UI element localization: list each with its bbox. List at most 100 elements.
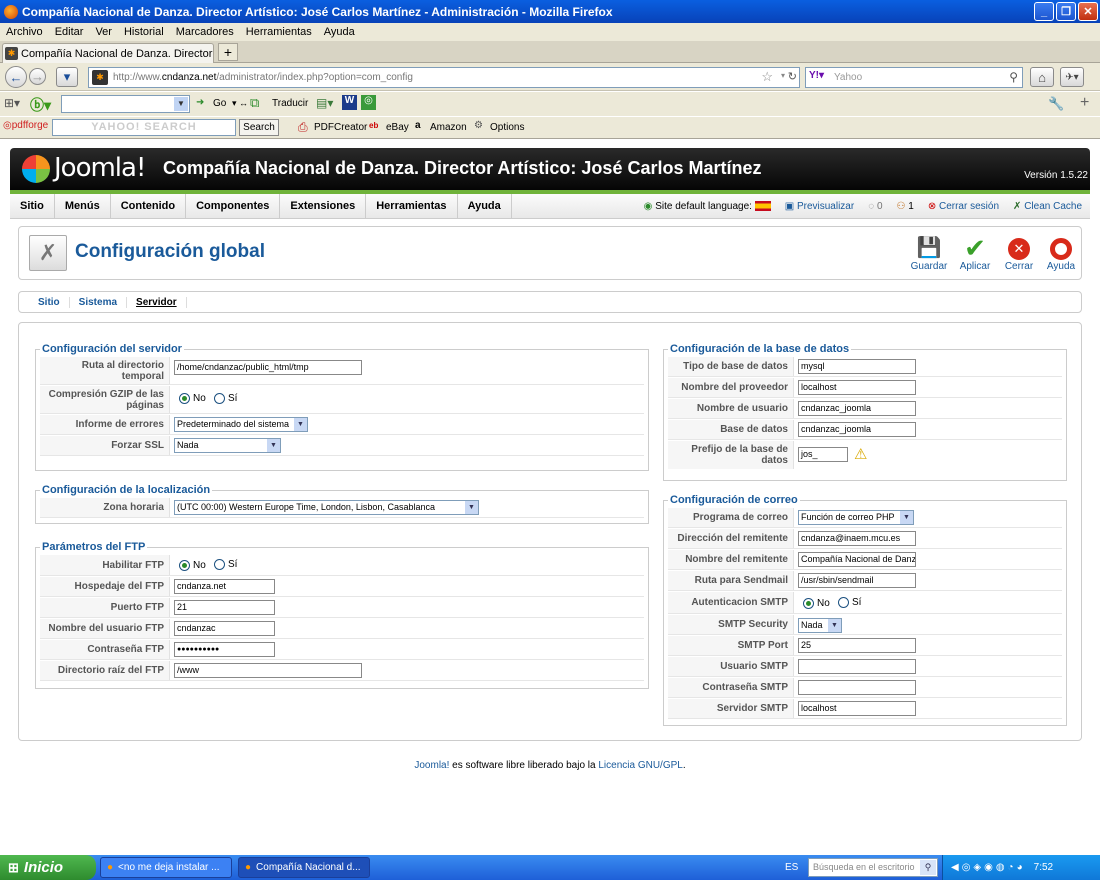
- go-dropdown-icon[interactable]: ▾ ↔: [232, 98, 248, 109]
- desktop-search-icon[interactable]: ⚲: [920, 860, 936, 875]
- wrench-icon[interactable]: 🔧: [1048, 96, 1064, 112]
- menu-archivo[interactable]: Archivo: [0, 26, 49, 38]
- search-magnifier-icon[interactable]: ⚲: [1009, 70, 1018, 84]
- mail-from-input[interactable]: cndanza@inaem.mcu.es: [798, 531, 916, 546]
- apply-button[interactable]: ✔ Aplicar: [951, 235, 999, 272]
- ftp-port-input[interactable]: 21: [174, 600, 275, 615]
- url-dropdown-icon[interactable]: ▾: [781, 71, 785, 80]
- close-button[interactable]: ✕ Cerrar: [995, 235, 1043, 272]
- smtp-security-select[interactable]: Nada: [798, 618, 842, 633]
- forward-button[interactable]: →: [29, 68, 46, 85]
- joomla-link[interactable]: Joomla!: [414, 760, 449, 771]
- license-link[interactable]: Licencia GNU/GPL: [598, 760, 682, 771]
- close-window-button[interactable]: ✕: [1078, 2, 1098, 21]
- ssl-select[interactable]: Nada: [174, 438, 281, 453]
- smtp-user-input[interactable]: [798, 659, 916, 674]
- admin-menu-herramientas[interactable]: Herramientas: [366, 193, 458, 219]
- ftp-root-input[interactable]: /www: [174, 663, 362, 678]
- gzip-yes-radio[interactable]: Sí: [214, 393, 237, 404]
- taskbar-item-1[interactable]: ● <no me deja instalar ...: [100, 857, 232, 878]
- amazon-link[interactable]: Amazon: [430, 122, 467, 133]
- save-button[interactable]: 💾 Guardar: [905, 235, 953, 272]
- ftp-enable-no-radio[interactable]: No: [179, 560, 206, 571]
- preview-link[interactable]: ▣ Previsualizar: [785, 201, 854, 212]
- messages-count[interactable]: ◌ 0: [868, 201, 882, 212]
- ftp-user-input[interactable]: cndanzac: [174, 621, 275, 636]
- ftp-enable-yes-radio[interactable]: Sí: [214, 559, 237, 570]
- tray-icons[interactable]: ◀◎◈◉◍◔◕: [951, 862, 1026, 873]
- start-button[interactable]: ⊞ Inicio: [0, 855, 96, 880]
- new-tab-button[interactable]: +: [218, 43, 238, 61]
- desktop-search-input[interactable]: Búsqueda en el escritorio ⚲: [808, 858, 938, 877]
- sendmail-input[interactable]: /usr/sbin/sendmail: [798, 573, 916, 588]
- admin-menu-ayuda[interactable]: Ayuda: [458, 193, 512, 219]
- smtp-auth-yes-radio[interactable]: Sí: [838, 597, 861, 608]
- yahoo-engine-icon[interactable]: Y!▾: [809, 70, 824, 81]
- traducir-button[interactable]: Traducir: [272, 98, 308, 109]
- tab-servidor[interactable]: Servidor: [127, 296, 187, 308]
- menu-herramientas[interactable]: Herramientas: [240, 26, 318, 38]
- smtp-port-input[interactable]: 25: [798, 638, 916, 653]
- expand-icon[interactable]: ⊞▾: [4, 96, 20, 110]
- pdfcreator-link[interactable]: PDFCreator: [314, 122, 367, 133]
- menu-ayuda[interactable]: Ayuda: [318, 26, 361, 38]
- menu-ver[interactable]: Ver: [89, 26, 118, 38]
- search-bar[interactable]: Y!▾ Yahoo ⚲: [805, 67, 1023, 88]
- history-dropdown-icon[interactable]: ▾: [56, 67, 78, 87]
- admin-menu-extensiones[interactable]: Extensiones: [280, 193, 367, 219]
- timezone-select[interactable]: (UTC 00:00) Western Europe Time, London,…: [174, 500, 479, 515]
- green-addon-icon[interactable]: ◎: [361, 95, 376, 110]
- users-count[interactable]: ⚇ 1: [897, 201, 914, 212]
- options-menu[interactable]: Options: [490, 122, 524, 133]
- ftp-host-input[interactable]: cndanza.net: [174, 579, 275, 594]
- pdfforge-link[interactable]: ◎pdfforge: [3, 120, 48, 131]
- tool-icon[interactable]: ▤▾: [316, 96, 333, 110]
- yahoo-search-button[interactable]: Search: [239, 119, 279, 136]
- db-user-input[interactable]: cndanzac_joomla: [798, 401, 916, 416]
- db-name-input[interactable]: cndanzac_joomla: [798, 422, 916, 437]
- menu-historial[interactable]: Historial: [118, 26, 170, 38]
- smtp-pass-input[interactable]: [798, 680, 916, 695]
- help-button[interactable]: Ayuda: [1037, 235, 1085, 272]
- mail-fromname-input[interactable]: Compañía Nacional de Danza: [798, 552, 916, 567]
- home-icon[interactable]: ⌂: [1030, 67, 1054, 87]
- admin-menu-menus[interactable]: Menús: [55, 193, 111, 219]
- admin-menu-componentes[interactable]: Componentes: [186, 193, 281, 219]
- mailer-select[interactable]: Función de correo PHP: [798, 510, 914, 525]
- go-button[interactable]: Go: [213, 98, 226, 109]
- addon-icon[interactable]: ✈▾: [1060, 67, 1084, 87]
- menu-editar[interactable]: Editar: [49, 26, 90, 38]
- tab-sitio[interactable]: Sitio: [29, 296, 70, 308]
- tab-sistema[interactable]: Sistema: [70, 296, 128, 308]
- site-language[interactable]: ◉ Site default language:: [644, 201, 771, 212]
- errors-select[interactable]: Predeterminado del sistema: [174, 417, 308, 432]
- addon-logo-icon[interactable]: ⓑ▾: [30, 95, 51, 115]
- minimize-button[interactable]: _: [1034, 2, 1054, 21]
- browser-tab[interactable]: ✱ Compañía Nacional de Danza. Director A…: [2, 43, 214, 63]
- url-bar[interactable]: ✱ http://www. cndanza.net/administrator/i…: [88, 67, 800, 88]
- reload-icon[interactable]: ↻: [788, 70, 797, 83]
- clean-cache-link[interactable]: ✗ Clean Cache: [1013, 201, 1082, 212]
- language-indicator[interactable]: ES: [785, 862, 798, 873]
- yahoo-search-box[interactable]: YAHOO! SEARCH: [52, 119, 236, 136]
- word-icon[interactable]: W: [342, 95, 357, 110]
- logout-link[interactable]: ⊗ Cerrar sesión: [928, 201, 999, 212]
- back-button[interactable]: ←: [5, 66, 27, 88]
- add-toolbar-icon[interactable]: +: [1080, 94, 1089, 112]
- tmp-path-input[interactable]: /home/cndanzac/public_html/tmp: [174, 360, 362, 375]
- db-prefix-input[interactable]: jos_: [798, 447, 848, 462]
- taskbar-item-2[interactable]: ● Compañía Nacional d...: [238, 857, 370, 878]
- admin-menu-contenido[interactable]: Contenido: [111, 193, 187, 219]
- bookmark-star-icon[interactable]: ☆: [761, 69, 773, 85]
- gzip-no-radio[interactable]: No: [179, 393, 206, 404]
- ftp-pass-input[interactable]: ●●●●●●●●●●: [174, 642, 275, 657]
- smtp-host-input[interactable]: localhost: [798, 701, 916, 716]
- ebay-link[interactable]: eBay: [386, 122, 409, 133]
- smtp-auth-no-radio[interactable]: No: [803, 598, 830, 609]
- toolbar-search-combo[interactable]: [61, 95, 190, 113]
- admin-menu-sitio[interactable]: Sitio: [10, 193, 55, 219]
- db-type-input[interactable]: mysql: [798, 359, 916, 374]
- menu-marcadores[interactable]: Marcadores: [170, 26, 240, 38]
- maximize-button[interactable]: ❐: [1056, 2, 1076, 21]
- db-host-input[interactable]: localhost: [798, 380, 916, 395]
